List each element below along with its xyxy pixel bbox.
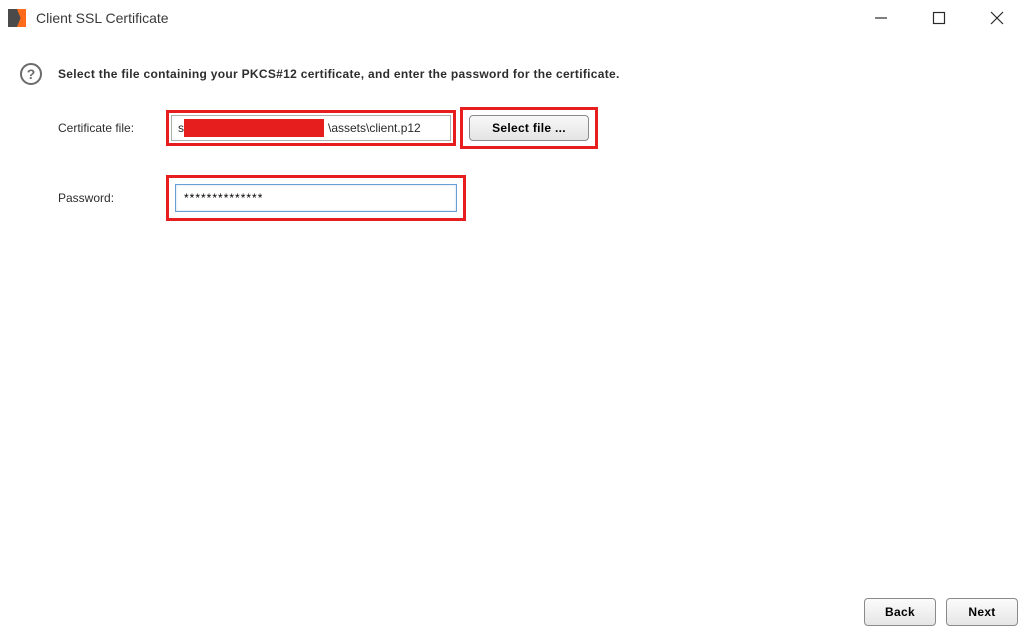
app-icon: [8, 9, 26, 27]
window-title: Client SSL Certificate: [36, 10, 169, 26]
certificate-file-label: Certificate file:: [58, 121, 166, 135]
select-file-button[interactable]: Select file ...: [469, 115, 589, 141]
password-row: Password:: [58, 178, 598, 218]
select-file-highlight: Select file ...: [460, 107, 598, 149]
back-button[interactable]: Back: [864, 598, 936, 626]
minimize-button[interactable]: [860, 3, 902, 33]
password-input[interactable]: [175, 184, 457, 212]
close-button[interactable]: [976, 3, 1018, 33]
form-area: Certificate file: s\assets\client.p12 Se…: [58, 108, 598, 248]
certificate-file-input[interactable]: s\assets\client.p12: [171, 115, 451, 141]
certificate-file-row: Certificate file: s\assets\client.p12 Se…: [58, 108, 598, 148]
content-pane: ? Select the file containing your PKCS#1…: [20, 58, 1014, 578]
title-bar: Client SSL Certificate: [0, 0, 1034, 36]
password-highlight: [166, 175, 466, 221]
redaction-box: [184, 119, 324, 137]
help-icon: ?: [20, 63, 42, 85]
certificate-file-highlight: s\assets\client.p12: [166, 110, 456, 146]
instruction-text: Select the file containing your PKCS#12 …: [58, 67, 620, 81]
footer-buttons: Back Next: [864, 598, 1018, 626]
password-label: Password:: [58, 191, 166, 205]
window-controls: [860, 3, 1026, 33]
next-button[interactable]: Next: [946, 598, 1018, 626]
maximize-button[interactable]: [918, 3, 960, 33]
